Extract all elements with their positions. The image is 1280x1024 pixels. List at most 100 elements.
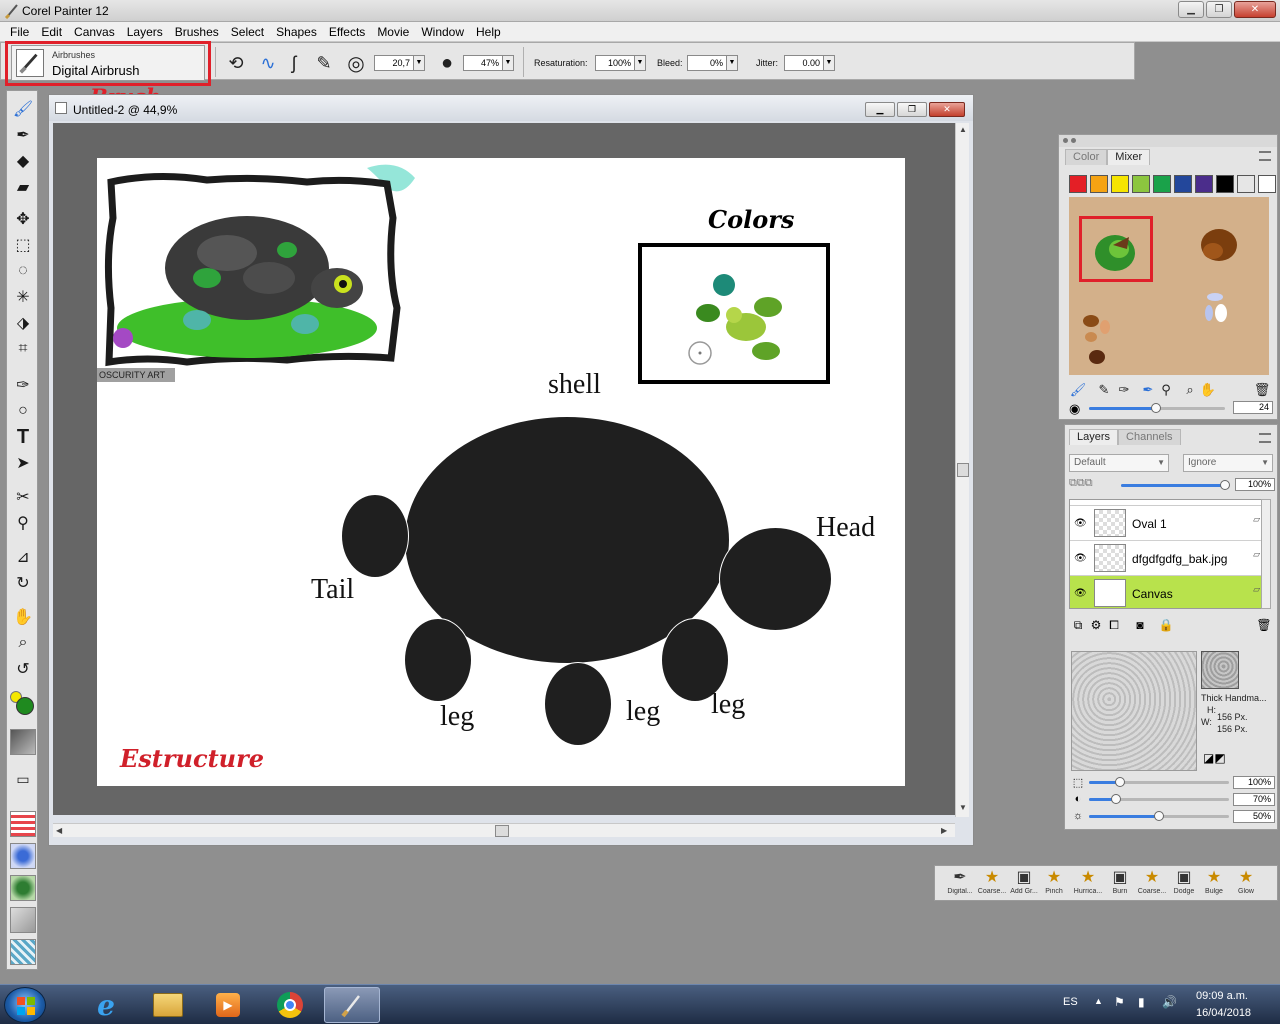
strip-brush-pinch[interactable]: ★ Pinch bbox=[1039, 868, 1069, 900]
dodge-tool-icon[interactable]: ⊿ bbox=[10, 545, 36, 569]
menu-canvas[interactable]: Canvas bbox=[68, 23, 121, 41]
lasso-icon[interactable]: ◌ bbox=[10, 259, 36, 283]
brush-tracking-icon[interactable]: ✎ bbox=[311, 50, 337, 76]
mixer-swatch-light-green[interactable] bbox=[1132, 175, 1150, 193]
paper-brightness-field[interactable]: 50% bbox=[1233, 810, 1275, 823]
strip-brush-bulge[interactable]: ★ Bulge bbox=[1199, 868, 1229, 900]
menu-brushes[interactable]: Brushes bbox=[169, 23, 225, 41]
mixer-swatch-white[interactable] bbox=[1258, 175, 1276, 193]
paper-contrast-slider[interactable] bbox=[1089, 798, 1229, 801]
mixer-mix-color-icon[interactable]: ✎ bbox=[1095, 381, 1113, 399]
bleed-dropdown[interactable]: ▼ bbox=[726, 55, 738, 71]
maximize-button[interactable]: ❐ bbox=[1206, 1, 1232, 18]
mixer-swatch-green[interactable] bbox=[1153, 175, 1171, 193]
layer-row[interactable]: 👁 Oval 1 ▱ bbox=[1070, 506, 1264, 541]
paper-scale-field[interactable]: 100% bbox=[1233, 776, 1275, 789]
volume-icon[interactable]: 🔊 bbox=[1162, 995, 1177, 1009]
left-leg-oval[interactable] bbox=[404, 618, 472, 702]
mixer-size-field[interactable]: 24 bbox=[1233, 401, 1273, 414]
mixer-dropper-icon[interactable]: ✒ bbox=[1139, 381, 1157, 399]
resaturation-field[interactable]: 100% bbox=[595, 55, 635, 71]
magic-wand-icon[interactable]: ✳ bbox=[10, 285, 36, 309]
reset-tool-icon[interactable]: ⟲ bbox=[223, 50, 249, 76]
doc-minimize-button[interactable]: ▁ bbox=[865, 102, 895, 117]
strip-brush-hurricane[interactable]: ★ Hurrica... bbox=[1073, 868, 1103, 900]
size-field[interactable]: 20,7 bbox=[374, 55, 414, 71]
dynamic-plugins-icon[interactable]: ⚙ bbox=[1087, 617, 1105, 633]
delete-layer-trash-icon[interactable]: 🗑 bbox=[1255, 617, 1273, 633]
paint-bucket-icon[interactable]: ◆ bbox=[10, 149, 36, 173]
paper-selector[interactable] bbox=[10, 729, 36, 755]
panel-grip[interactable] bbox=[1059, 135, 1277, 147]
gradient-selector[interactable] bbox=[10, 811, 36, 837]
layer-row-selected[interactable]: 👁 Canvas ▱ bbox=[1070, 576, 1264, 608]
strip-brush-dodge[interactable]: ▣ Dodge bbox=[1169, 868, 1199, 900]
menu-edit[interactable]: Edit bbox=[35, 23, 68, 41]
opacity-dropdown[interactable]: ▼ bbox=[502, 55, 514, 71]
mixer-pan-icon[interactable]: ✋ bbox=[1199, 381, 1217, 399]
mixer-swatch-gray[interactable] bbox=[1237, 175, 1255, 193]
shape-oval-icon[interactable]: ○ bbox=[10, 399, 36, 423]
mixer-apply-color-icon[interactable]: 🖌 bbox=[1069, 381, 1087, 399]
tab-channels[interactable]: Channels bbox=[1118, 429, 1181, 445]
tail-oval[interactable] bbox=[341, 494, 409, 578]
close-button[interactable]: ✕ bbox=[1234, 1, 1276, 18]
menu-shapes[interactable]: Shapes bbox=[270, 23, 323, 41]
paper-scale-slider[interactable] bbox=[1089, 781, 1229, 784]
main-color-swatch[interactable] bbox=[16, 697, 34, 715]
bleed-field[interactable]: 0% bbox=[687, 55, 727, 71]
pen-tool-icon[interactable]: ✑ bbox=[10, 373, 36, 397]
strip-brush-coarse[interactable]: ★ Coarse... bbox=[977, 868, 1007, 900]
preserve-select[interactable]: Ignore ▼ bbox=[1183, 454, 1273, 472]
mixer-swatch-red[interactable] bbox=[1069, 175, 1087, 193]
horizontal-scroll-thumb[interactable] bbox=[495, 825, 509, 837]
selection-adjuster-icon[interactable]: ⬗ bbox=[10, 311, 36, 335]
strip-brush-digital[interactable]: ✒ Digital... bbox=[945, 868, 975, 900]
minimize-button[interactable]: ▁ bbox=[1178, 1, 1204, 18]
mixer-sample-multiple-icon[interactable]: ✑ bbox=[1115, 381, 1133, 399]
menu-file[interactable]: File bbox=[4, 23, 35, 41]
menu-effects[interactable]: Effects bbox=[323, 23, 371, 41]
size-dropdown[interactable]: ▼ bbox=[413, 55, 425, 71]
layer-opacity-field[interactable]: 100% bbox=[1235, 478, 1275, 491]
language-indicator[interactable]: ES bbox=[1063, 996, 1078, 1008]
menu-layers[interactable]: Layers bbox=[121, 23, 169, 41]
layer-opacity-slider[interactable] bbox=[1121, 484, 1225, 487]
scroll-down-arrow-icon[interactable]: ▼ bbox=[959, 803, 967, 812]
vertical-scroll-thumb[interactable] bbox=[957, 463, 969, 477]
menu-select[interactable]: Select bbox=[225, 23, 270, 41]
rubber-stamp-icon[interactable]: ⚲ bbox=[10, 511, 36, 535]
scroll-left-arrow-icon[interactable]: ◀ bbox=[56, 826, 62, 835]
network-icon[interactable]: ▮ bbox=[1138, 995, 1145, 1009]
center-leg-oval[interactable] bbox=[544, 662, 612, 746]
layer-lock-icons[interactable]: ⧉⧉⧉ bbox=[1069, 477, 1093, 490]
menu-window[interactable]: Window bbox=[415, 23, 470, 41]
eye-icon[interactable]: 👁 bbox=[1074, 518, 1087, 529]
strip-brush-coarse-2[interactable]: ★ Coarse... bbox=[1137, 868, 1167, 900]
weaving-selector[interactable] bbox=[10, 939, 36, 965]
crop-tool-icon[interactable]: ⌗ bbox=[10, 337, 36, 361]
horizontal-scrollbar[interactable]: ◀ ▶ bbox=[53, 823, 955, 837]
eye-icon[interactable]: 👁 bbox=[1074, 553, 1087, 564]
layer-adjuster-icon[interactable]: ✥ bbox=[10, 207, 36, 231]
brush-tool-icon[interactable]: 🖌 bbox=[10, 97, 36, 121]
doc-restore-button[interactable]: ❐ bbox=[897, 102, 927, 117]
tray-expand-icon[interactable]: ▲ bbox=[1094, 996, 1103, 1006]
jitter-field[interactable]: 0.00 bbox=[784, 55, 824, 71]
rotate-page-icon[interactable]: ↺ bbox=[10, 657, 36, 681]
taskbar-chrome[interactable] bbox=[262, 987, 318, 1023]
mixer-swatch-blue[interactable] bbox=[1174, 175, 1192, 193]
mixer-swatch-yellow[interactable] bbox=[1111, 175, 1129, 193]
menu-movie[interactable]: Movie bbox=[371, 23, 415, 41]
doc-close-button[interactable]: ✕ bbox=[929, 102, 965, 117]
lock-layer-icon[interactable]: 🔒 bbox=[1157, 617, 1175, 633]
opacity-field[interactable]: 47% bbox=[463, 55, 503, 71]
cloner-tool-icon[interactable]: ✂ bbox=[10, 485, 36, 509]
strip-brush-add-grain[interactable]: ▣ Add Gr... bbox=[1009, 868, 1039, 900]
taskbar-media-player[interactable]: ▶ bbox=[200, 987, 256, 1023]
paper-invert-icon[interactable]: ◪◩ bbox=[1203, 751, 1226, 765]
stroke-straight-icon[interactable]: ʃ bbox=[281, 50, 307, 76]
grabber-hand-icon[interactable]: ✋ bbox=[10, 605, 36, 629]
layer-mask-icon[interactable]: ◙ bbox=[1131, 617, 1149, 633]
composite-method-select[interactable]: Default ▼ bbox=[1069, 454, 1169, 472]
